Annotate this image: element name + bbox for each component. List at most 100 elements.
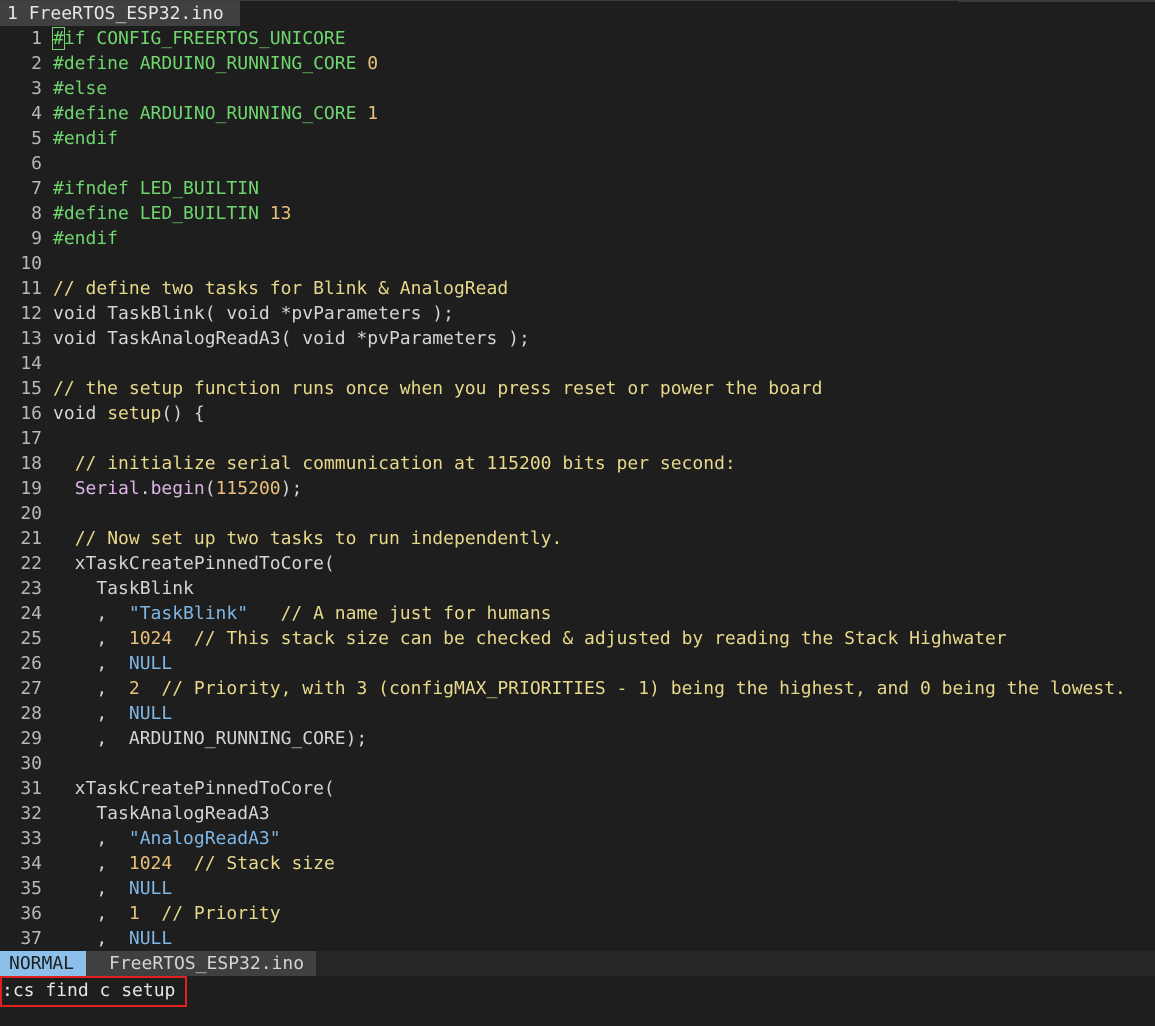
line-number: 14: [20, 353, 42, 374]
code-line[interactable]: 30: [0, 751, 1155, 776]
code-line[interactable]: 5 #endif: [0, 126, 1155, 151]
line-number: 7: [31, 178, 42, 199]
line-code: #define ARDUINO_RUNNING_CORE 0: [53, 53, 378, 74]
line-code: #endif: [53, 128, 118, 149]
code-line[interactable]: 21 // Now set up two tasks to run indepe…: [0, 526, 1155, 551]
tab-title: FreeRTOS_ESP32.ino: [28, 3, 224, 24]
code-line[interactable]: 1 #if CONFIG_FREERTOS_UNICORE: [0, 26, 1155, 51]
code-line[interactable]: 25 , 1024 // This stack size can be chec…: [0, 626, 1155, 651]
code-line[interactable]: 15 // the setup function runs once when y…: [0, 376, 1155, 401]
code-line[interactable]: 10: [0, 251, 1155, 276]
code-line[interactable]: 8 #define LED_BUILTIN 13: [0, 201, 1155, 226]
code-token: // This stack size can be checked & adju…: [193, 628, 1007, 649]
line-number: 15: [20, 378, 42, 399]
code-line[interactable]: 24 , "TaskBlink" // A name just for huma…: [0, 601, 1155, 626]
line-number: 36: [20, 903, 42, 924]
code-line[interactable]: 6: [0, 151, 1155, 176]
code-line[interactable]: 36 , 1 // Priority: [0, 901, 1155, 926]
line-number: 33: [20, 828, 42, 849]
line-number: 24: [20, 603, 42, 624]
code-line[interactable]: 23 TaskBlink: [0, 576, 1155, 601]
code-line[interactable]: 3 #else: [0, 76, 1155, 101]
code-line[interactable]: 14: [0, 351, 1155, 376]
line-code: , NULL: [53, 878, 172, 899]
code-token: ,: [53, 828, 129, 849]
tab-freertos-esp32[interactable]: 1 FreeRTOS_ESP32.ino: [0, 1, 240, 26]
code-line[interactable]: 31 xTaskCreatePinnedToCore(: [0, 776, 1155, 801]
code-token: ,: [53, 903, 129, 924]
tab-number: 1: [7, 3, 18, 24]
command-line[interactable]: :cs find c setup: [0, 976, 1155, 1025]
line-number: 19: [20, 478, 42, 499]
code-token: 1024: [128, 628, 173, 649]
code-token: ,: [53, 653, 129, 674]
line-number: 3: [31, 78, 42, 99]
line-code: TaskBlink: [53, 578, 194, 599]
code-token: void TaskAnalogReadA3( void *pvParameter…: [53, 328, 530, 349]
line-number: 25: [20, 628, 42, 649]
code-line[interactable]: 19 Serial.begin(115200);: [0, 476, 1155, 501]
code-line[interactable]: 33 , "AnalogReadA3": [0, 826, 1155, 851]
code-line[interactable]: 4 #define ARDUINO_RUNNING_CORE 1: [0, 101, 1155, 126]
code-line[interactable]: 12 void TaskBlink( void *pvParameters );: [0, 301, 1155, 326]
line-code: // initialize serial communication at 11…: [53, 453, 736, 474]
line-code: void setup() {: [53, 403, 205, 424]
code-token: 2: [128, 678, 140, 699]
code-line[interactable]: 20: [0, 501, 1155, 526]
line-code: xTaskCreatePinnedToCore(: [53, 778, 335, 799]
code-line[interactable]: 17: [0, 426, 1155, 451]
line-number: 23: [20, 578, 42, 599]
code-token: void: [53, 403, 108, 424]
line-number: 35: [20, 878, 42, 899]
code-line[interactable]: 37 , NULL: [0, 926, 1155, 951]
line-code: , NULL: [53, 928, 172, 949]
code-token: // Now set up two tasks to run independe…: [74, 528, 563, 549]
code-token: ,: [53, 703, 129, 724]
code-token: ,: [53, 878, 129, 899]
line-number: 5: [31, 128, 42, 149]
code-line[interactable]: 28 , NULL: [0, 701, 1155, 726]
code-token: () {: [161, 403, 205, 424]
code-line[interactable]: 27 , 2 // Priority, with 3 (configMAX_PR…: [0, 676, 1155, 701]
code-line[interactable]: 22 xTaskCreatePinnedToCore(: [0, 551, 1155, 576]
editor-buffer[interactable]: 1 #if CONFIG_FREERTOS_UNICORE 2 #define ARD…: [0, 26, 1155, 951]
code-line[interactable]: 18 // initialize serial communication at…: [0, 451, 1155, 476]
line-code: // Now set up two tasks to run independe…: [53, 528, 563, 549]
line-code: , 1024 // Stack size: [53, 853, 334, 874]
code-token: xTaskCreatePinnedToCore(: [53, 553, 335, 574]
code-line[interactable]: 35 , NULL: [0, 876, 1155, 901]
code-line[interactable]: 2 #define ARDUINO_RUNNING_CORE 0: [0, 51, 1155, 76]
line-number: 20: [20, 503, 42, 524]
line-number: 13: [20, 328, 42, 349]
line-code: void TaskBlink( void *pvParameters );: [53, 303, 454, 324]
code-line[interactable]: 29 , ARDUINO_RUNNING_CORE);: [0, 726, 1155, 751]
command-input[interactable]: :cs find c setup: [0, 976, 187, 1007]
code-line[interactable]: 32 TaskAnalogReadA3: [0, 801, 1155, 826]
line-number: 26: [20, 653, 42, 674]
line-number: 16: [20, 403, 42, 424]
line-number: 4: [31, 103, 42, 124]
code-line[interactable]: 11 // define two tasks for Blink & Analog…: [0, 276, 1155, 301]
text-cursor: #: [52, 27, 65, 50]
code-token: , ARDUINO_RUNNING_CORE);: [53, 728, 368, 749]
code-token: #endif: [53, 128, 119, 149]
code-line[interactable]: 13 void TaskAnalogReadA3( void *pvParamet…: [0, 326, 1155, 351]
line-code: , 2 // Priority, with 3 (configMAX_PRIOR…: [53, 678, 1126, 699]
code-line[interactable]: 7 #ifndef LED_BUILTIN: [0, 176, 1155, 201]
line-code: , "TaskBlink" // A name just for humans: [53, 603, 551, 624]
line-number: 17: [20, 428, 42, 449]
line-code: xTaskCreatePinnedToCore(: [53, 553, 335, 574]
code-token: #define ARDUINO_RUNNING_CORE: [53, 103, 368, 124]
code-token: #else: [53, 78, 108, 99]
tabline-fill: [240, 1, 1155, 26]
code-token: // define two tasks for Blink & AnalogRe…: [53, 278, 509, 299]
code-line[interactable]: 16 void setup() {: [0, 401, 1155, 426]
code-line[interactable]: 34 , 1024 // Stack size: [0, 851, 1155, 876]
code-token: ,: [53, 678, 129, 699]
code-token: TaskBlink: [53, 578, 194, 599]
line-code: , "AnalogReadA3": [53, 828, 280, 849]
code-line[interactable]: 26 , NULL: [0, 651, 1155, 676]
code-line[interactable]: 9 #endif: [0, 226, 1155, 251]
